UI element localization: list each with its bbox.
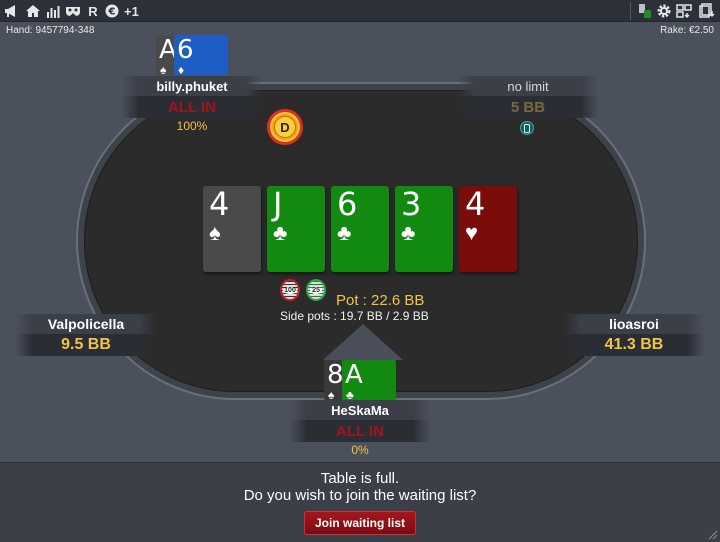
table-full-message: Table is full. (320, 470, 400, 487)
card-rank: 6 (337, 185, 358, 223)
resize-grip-icon[interactable] (708, 530, 718, 540)
toolbar-left-group: R € +1 (4, 2, 139, 20)
chip-25-icon: 25 (306, 279, 326, 301)
pot-total: Pot : 22.6 BB (336, 292, 425, 309)
hole-card: A ♣ (342, 360, 396, 400)
plus-one-icon[interactable]: +1 (124, 3, 139, 19)
mobile-device-icon (520, 121, 534, 135)
toolbar-right-group (627, 2, 716, 20)
chip-label: 100 (283, 286, 297, 294)
hand-number: Hand: 9457794-348 (6, 25, 95, 36)
gear-icon[interactable] (656, 3, 672, 19)
dealer-button: D (267, 109, 303, 145)
player-name[interactable]: Valpolicella (16, 314, 156, 334)
megaphone-icon[interactable] (4, 3, 20, 19)
home-icon[interactable] (25, 3, 41, 19)
card-rank: A (345, 360, 363, 390)
card-suit: ♠ (328, 388, 335, 400)
player-name[interactable]: HeSkaMa (290, 400, 430, 420)
card-suit: ♠ (209, 220, 221, 245)
player-name[interactable]: no limit (458, 76, 598, 96)
player-status: ALL IN (290, 420, 430, 442)
layout-icon[interactable] (676, 3, 694, 19)
player-stack: 5 BB (458, 96, 598, 118)
player-stack: 9.5 BB (16, 334, 156, 356)
card-suit: ♣ (273, 220, 288, 245)
r-icon[interactable]: R (86, 3, 100, 19)
win-percentage: 100% (176, 119, 208, 133)
card-suit: ♥ (465, 220, 479, 245)
board-card: J ♣ (267, 186, 325, 272)
player-name[interactable]: billy.phuket (122, 76, 262, 96)
card-suit: ♣ (337, 220, 352, 245)
side-pots: Side pots : 19.7 BB / 2.9 BB (280, 309, 429, 323)
card-rank: 3 (401, 185, 422, 223)
top-toolbar: R € +1 (0, 0, 720, 22)
join-waiting-list-button[interactable]: Join waiting list (304, 511, 416, 535)
waiting-list-question: Do you wish to join the waiting list? (243, 487, 477, 504)
chat-icon[interactable] (638, 3, 652, 19)
toolbar-divider (630, 2, 631, 20)
card-rank: 6 (177, 35, 194, 65)
rake-amount: Rake: €2.50 (660, 25, 714, 36)
win-percentage: 0% (351, 443, 369, 457)
chip-label: 25 (310, 286, 322, 294)
tables-icon[interactable] (698, 3, 716, 19)
card-suit: ♣ (401, 220, 416, 245)
card-suit: ♦ (178, 63, 185, 75)
board-card: 3 ♣ (395, 186, 453, 272)
card-rank: 4 (209, 185, 230, 223)
card-rank: 4 (465, 185, 486, 223)
active-seat-pointer (323, 324, 403, 360)
mask-icon[interactable] (65, 3, 81, 19)
board-card: 6 ♣ (331, 186, 389, 272)
player-name[interactable]: lioasroi (564, 314, 704, 334)
stats-icon[interactable] (46, 3, 60, 19)
chip-100-icon: 100 (280, 279, 300, 301)
svg-text:€: € (108, 7, 116, 18)
player-stack: 41.3 BB (564, 334, 704, 356)
board-card: 4 ♥ (459, 186, 517, 272)
card-rank: J (273, 185, 283, 223)
currency-icon[interactable]: € (105, 3, 119, 19)
player-status: ALL IN (122, 96, 262, 118)
board-card: 4 ♠ (203, 186, 261, 272)
hole-card: 6 ♦ (174, 35, 228, 75)
card-suit: ♠ (160, 63, 167, 75)
card-suit: ♣ (346, 388, 354, 400)
dealer-button-label: D (274, 116, 296, 138)
